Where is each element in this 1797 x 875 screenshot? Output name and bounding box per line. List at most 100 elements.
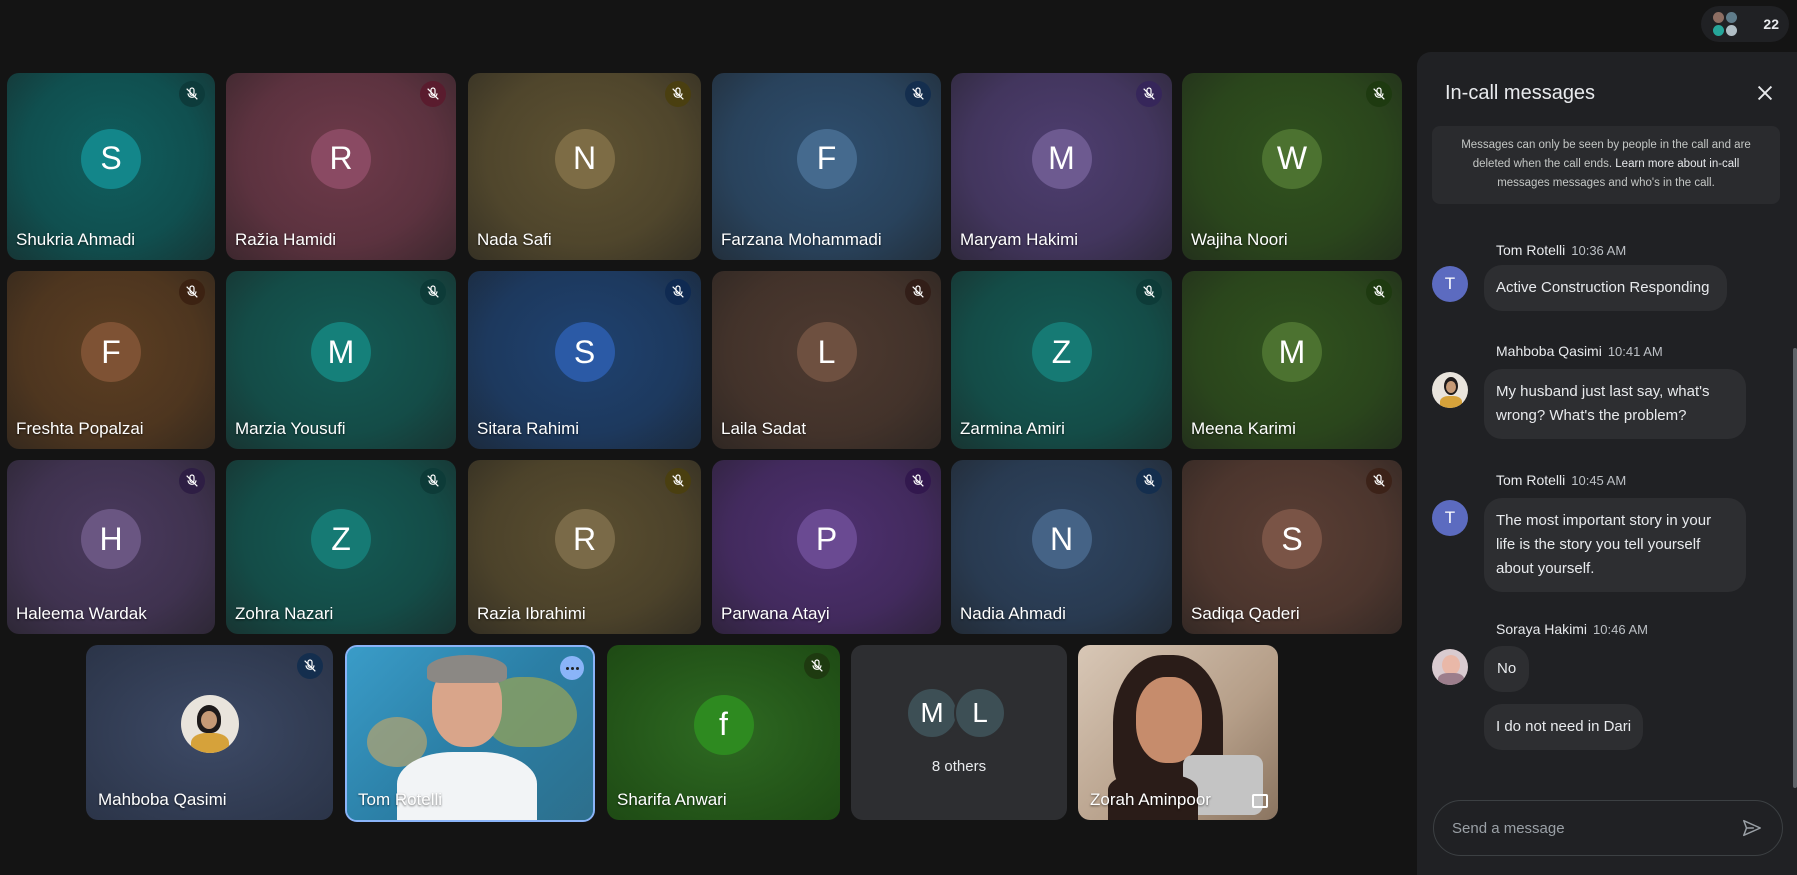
mic-off-icon [420,468,446,494]
mic-off-icon [179,468,205,494]
avatar: M [1031,128,1092,189]
avatar: M [311,322,371,382]
participant-tile[interactable]: F Freshta Popalzai [7,271,215,449]
participant-name: Shukria Ahmadi [16,230,136,249]
participant-tile[interactable]: S Sitara Rahimi [468,271,701,449]
message-sender: Tom Rotelli 10:45 AM [1496,472,1627,488]
message-sender: Soraya Hakimi 10:46 AM [1496,621,1648,637]
message-text: I do not need in Dari [1496,718,1632,735]
message-time: 10:36 AM [1571,243,1627,258]
avatar: R [554,509,615,569]
avatar: N [1031,509,1092,569]
sender-avatar: T [1432,500,1468,536]
notice-line-3: messages messages and who's in the call. [1497,177,1715,189]
participant-tile[interactable]: F Farzana Mohammadi [712,73,941,260]
avatar: F [81,322,141,382]
tile-sharifa-anwari[interactable]: f Sharifa Anwari [607,645,840,820]
participant-tile[interactable]: Z Zohra Nazari [226,460,456,634]
avatar: S [1262,509,1322,569]
participant-name: Parwana Atayi [721,604,830,623]
send-message-input[interactable] [1452,819,1740,837]
mic-off-icon [1366,468,1392,494]
participant-tile[interactable]: M Maryam Hakimi [951,73,1172,260]
participant-tile[interactable]: M Meena Karimi [1182,271,1402,449]
in-call-messages-panel: In-call messages Messages can only be se… [1417,52,1797,875]
participant-tile[interactable]: H Haleema Wardak [7,460,215,634]
participant-tile[interactable]: N Nada Safi [468,73,701,260]
participant-tile[interactable]: R Ražia Hamidi [226,73,456,260]
avatar: H [81,509,141,569]
participant-name: Zarmina Amiri [960,419,1065,438]
participant-name: Farzana Mohammadi [721,230,882,249]
avatar: L [796,322,857,382]
message-text: My husband just last say, what's [1496,383,1710,400]
participant-tile[interactable]: S Shukria Ahmadi [7,73,215,260]
message-bubble: Active Construction Responding [1484,265,1727,311]
message-text: Active Construction Responding [1496,279,1710,296]
message-bubble: I do not need in Dari [1484,704,1644,750]
others-label: 8 others [931,758,987,775]
message-time: 10:46 AM [1593,622,1648,637]
scrollbar[interactable] [1793,348,1797,788]
message-text: life is the story you tell yourself [1496,536,1701,553]
mic-off-icon [665,279,691,305]
participant-name: Freshta Popalzai [16,419,144,438]
sender-avatar-photo [1432,372,1468,408]
mic-off-icon [420,279,446,305]
mic-off-icon [665,468,691,494]
mic-off-icon [179,81,205,107]
mic-off-icon [1136,468,1162,494]
message-bubble: No [1484,646,1530,692]
mic-off-icon [665,81,691,107]
participant-tile[interactable]: M Marzia Yousufi [226,271,456,449]
participant-tile[interactable]: W Wajiha Noori [1182,73,1402,260]
mic-off-icon [179,279,205,305]
participant-tile[interactable]: N Nadia Ahmadi [951,460,1172,634]
mic-off-icon [420,81,446,107]
avatar: S [554,322,615,382]
participant-name: Zorah Aminpoor [1090,790,1211,809]
mic-off-icon [1136,279,1162,305]
participant-name: Marzia Yousufi [235,419,346,438]
sender-avatar-photo [1432,649,1468,685]
message-time: 10:41 AM [1607,344,1663,359]
message-composer [1433,800,1783,856]
send-icon[interactable] [1740,816,1764,840]
message-bubble: The most important story in your life is… [1484,498,1746,592]
participant-name: Mahboba Qasimi [98,790,227,809]
message-text: about yourself. [1496,560,1595,577]
participant-tile[interactable]: R Razia Ibrahimi [468,460,701,634]
participant-name: Laila Sadat [721,419,807,438]
avatar: f [693,694,754,755]
mic-off-icon [1366,81,1392,107]
participant-tile[interactable]: Z Zarmina Amiri [951,271,1172,449]
participants-button[interactable]: 22 [1701,6,1789,42]
tile-tom-rotelli[interactable]: Tom Rotelli [345,645,595,822]
mic-off-icon [905,81,931,107]
notice-line-2: deleted when the call ends. [1472,158,1616,170]
participant-name: Tom Rotelli [358,790,443,809]
tile-zorah-aminpoor[interactable]: Zorah Aminpoor [1078,645,1278,820]
participant-name: Ražia Hamidi [235,230,337,249]
notice-line-1: Messages can only be seen by people in t… [1461,139,1751,151]
close-icon[interactable] [1751,79,1779,107]
avatar: M [1262,322,1322,382]
mic-off-icon [804,653,830,679]
participant-name: Nada Safi [477,230,552,249]
avatar: F [796,128,857,189]
messages-notice: Messages can only be seen by people in t… [1432,126,1780,204]
tile-mahboba-qasimi[interactable]: Mahboba Qasimi [86,645,333,820]
message-text: wrong? What's the problem? [1496,407,1687,424]
participant-tile[interactable]: P Parwana Atayi [712,460,941,634]
more-options-icon[interactable] [560,656,584,680]
tile-others[interactable]: M L 8 others [851,645,1067,820]
learn-more-link[interactable]: Learn more about in-call [1615,158,1739,170]
avatar: W [1262,128,1322,189]
participant-tile[interactable]: L Laila Sadat [712,271,941,449]
message-sender: Mahboba Qasimi 10:41 AM [1496,343,1663,359]
panel-title: In-call messages [1445,82,1596,104]
participant-tile[interactable]: S Sadiqa Qaderi [1182,460,1402,634]
message-text: The most important story in your [1496,512,1712,529]
message-bubble: My husband just last say, what's wrong? … [1484,369,1746,439]
avatar: N [554,128,615,189]
